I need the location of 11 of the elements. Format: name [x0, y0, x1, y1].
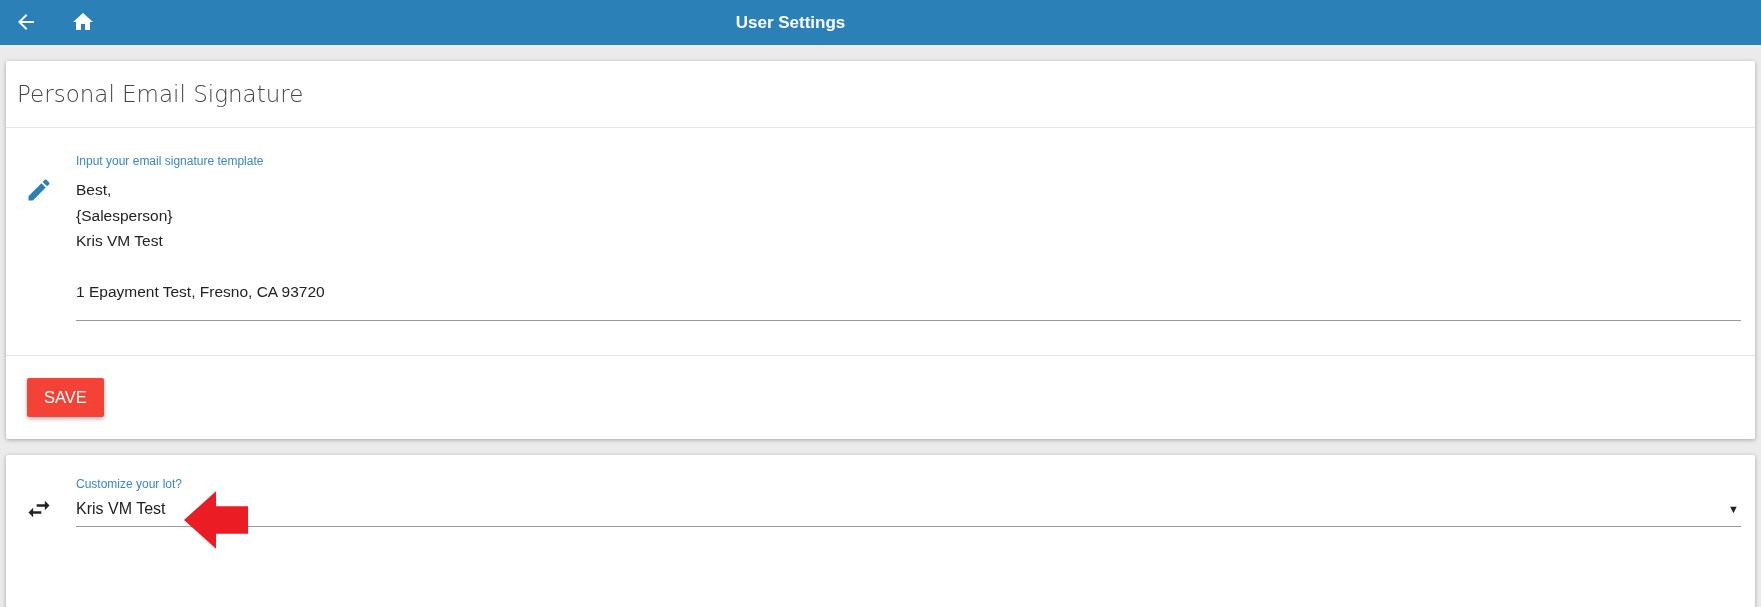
signature-line: Best,: [76, 180, 112, 200]
field-label: Input your email signature template: [76, 154, 265, 168]
signature-line: 1 Epayment Test, Fresno, CA 93720: [76, 282, 325, 302]
field-label: Customize your lot?: [76, 476, 184, 491]
save-button[interactable]: SAVE: [27, 377, 104, 417]
pointer-arrow-annotation: [184, 490, 248, 549]
signature-line: {Salesperson}: [76, 205, 173, 226]
card-title: Personal Email Signature: [6, 61, 1755, 128]
page-title: User Settings: [735, 12, 846, 33]
signature-input-field[interactable]: Best, {Salesperson} Kris VM Test 1 Epayment Test, Fresno, CA 93720: [76, 177, 1741, 321]
signature-line: Kris VM Test: [76, 231, 163, 251]
